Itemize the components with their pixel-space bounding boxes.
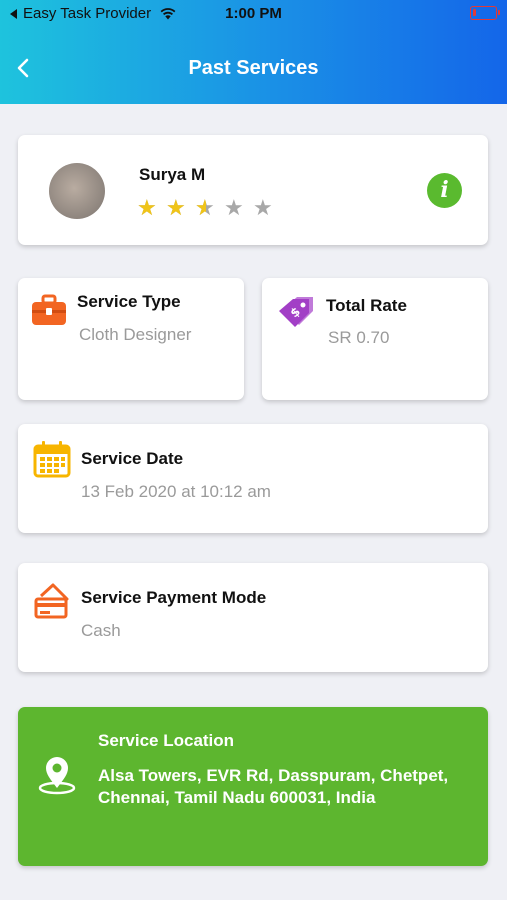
payment-mode-value: Cash xyxy=(81,621,121,640)
total-rate-value: SR 0.70 xyxy=(328,328,390,347)
briefcase-icon xyxy=(32,294,66,325)
star-fill: ★ xyxy=(166,198,186,220)
total-rate-card: $ Total Rate SR 0.70 xyxy=(262,278,488,400)
location-pin-icon xyxy=(38,757,76,795)
provider-name: Surya M xyxy=(139,165,206,184)
star-icon: ★★ xyxy=(195,196,215,221)
battery-icon xyxy=(470,6,500,20)
status-time: 1:00 PM xyxy=(225,5,282,22)
service-location-label: Service Location xyxy=(98,731,235,750)
credit-card-icon xyxy=(34,583,69,619)
payment-mode-label: Service Payment Mode xyxy=(81,588,267,607)
info-icon: i xyxy=(440,177,449,203)
provider-card: Surya M ★★★★★★★★★★ i xyxy=(18,135,488,245)
calendar-icon xyxy=(33,441,71,478)
service-date-value: 13 Feb 2020 at 10:12 am xyxy=(81,482,271,501)
avatar xyxy=(49,163,105,219)
star-icon: ★★ xyxy=(137,198,159,220)
header: Easy Task Provider 1:00 PM Past Services xyxy=(0,0,507,104)
price-tag-icon: $ xyxy=(279,297,313,327)
info-button[interactable]: i xyxy=(427,173,462,208)
status-bar: Easy Task Provider 1:00 PM xyxy=(0,0,507,28)
rating-stars: ★★★★★★★★★★ xyxy=(137,198,275,220)
service-type-value: Cloth Designer xyxy=(79,325,192,344)
battery-level xyxy=(473,9,476,16)
service-date-card: Service Date 13 Feb 2020 at 10:12 am xyxy=(18,424,488,533)
service-type-label: Service Type xyxy=(77,292,181,311)
star-fill: ★ xyxy=(195,198,206,220)
payment-mode-card: Service Payment Mode Cash xyxy=(18,563,488,672)
service-date-label: Service Date xyxy=(81,449,184,468)
page-title: Past Services xyxy=(188,57,319,79)
service-type-card: Service Type Cloth Designer xyxy=(18,278,244,400)
service-location-address: Alsa Towers, EVR Rd, Dasspuram, Chetpet,… xyxy=(98,766,449,807)
star-fill: ★ xyxy=(137,198,157,220)
service-location-card[interactable]: Service Location Alsa Towers, EVR Rd, Da… xyxy=(18,707,488,866)
star-icon: ★★ xyxy=(253,196,273,221)
star-icon: ★★ xyxy=(166,198,188,220)
star-icon: ★★ xyxy=(224,196,244,221)
total-rate-label: Total Rate xyxy=(326,296,407,315)
